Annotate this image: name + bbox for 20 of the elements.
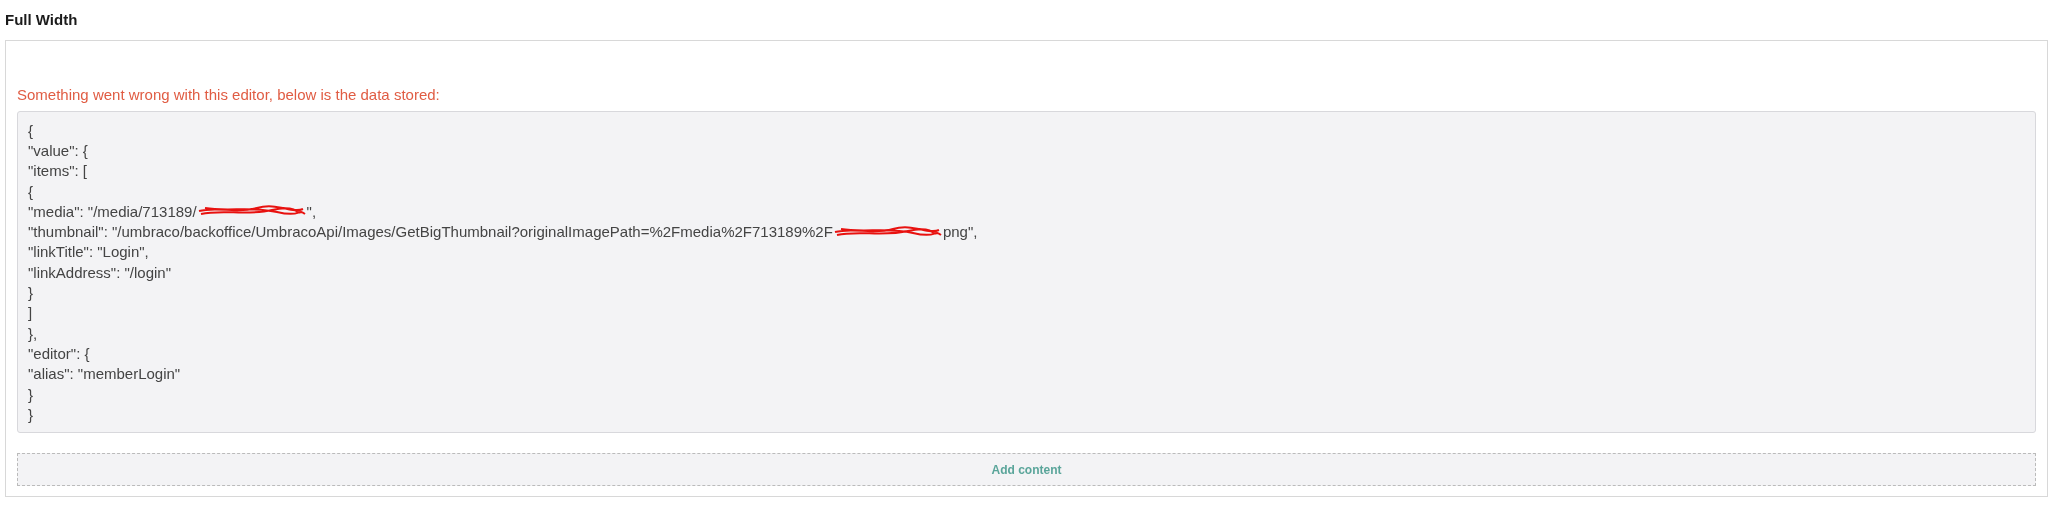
- add-content-button[interactable]: Add content: [17, 453, 2036, 487]
- data-line: ]: [28, 304, 33, 322]
- data-line: png",: [942, 223, 978, 241]
- data-line: "linkTitle": "Login",: [28, 243, 149, 261]
- data-line: }: [28, 405, 33, 423]
- data-line: "editor": {: [28, 344, 90, 362]
- data-line: "linkAddress": "/login": [28, 263, 172, 281]
- section-heading: Full Width: [5, 10, 79, 30]
- data-line: "thumbnail": "/umbraco/backoffice/UmbracoApi/Images/GetBigThumbnail?originalImagePath=%2Fmedia%2F713189%2F: [28, 223, 833, 241]
- data-line: }: [28, 284, 33, 301]
- data-line: }: [28, 385, 33, 403]
- data-line: },: [28, 324, 38, 342]
- data-line: "items": [: [28, 162, 87, 180]
- data-line: "value": {: [28, 141, 88, 159]
- data-line: "alias": "memberLogin": [28, 365, 181, 383]
- data-line: "media": "/media/713189/: [28, 202, 197, 220]
- data-line: ",: [306, 202, 317, 220]
- data-line: {: [28, 121, 33, 139]
- error-message: Something went wrong with this editor, below is the data stored:: [17, 85, 441, 105]
- data-line: {: [28, 182, 33, 200]
